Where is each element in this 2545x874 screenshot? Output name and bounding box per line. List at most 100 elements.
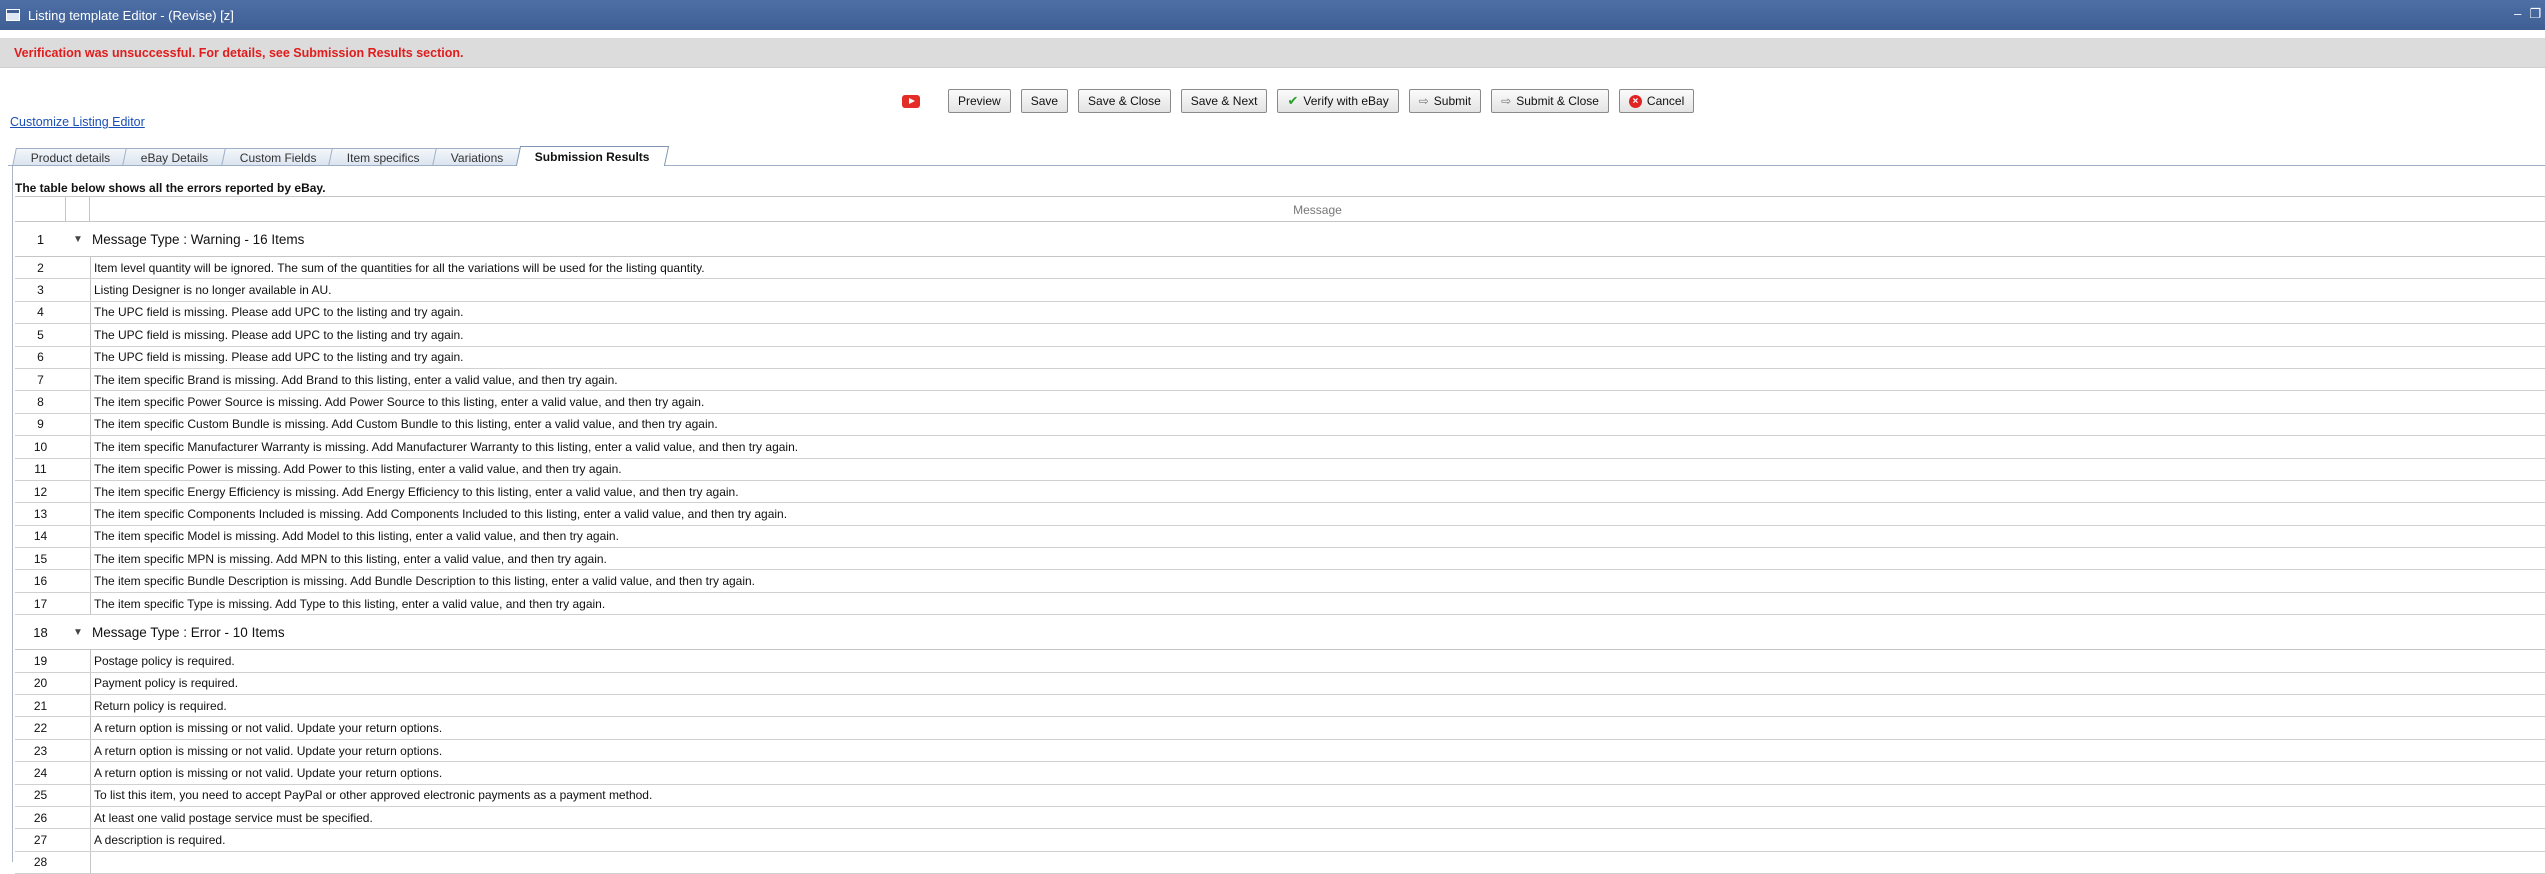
table-row[interactable]: 21 Return policy is required. [15,695,2545,718]
group-title: Message Type : Warning - 16 Items [92,231,305,247]
row-number: 12 [33,484,48,499]
table-row[interactable]: 20 Payment policy is required. [15,672,2545,696]
group-row-warning[interactable]: 1 ▼ Message Type : Warning - 16 Items [15,222,2545,257]
message-cell: The item specific Model is missing. Add … [90,525,2545,548]
table-row[interactable]: 24 A return option is missing or not vali… [15,762,2545,785]
minimize-icon[interactable]: – [2514,6,2521,22]
table-row[interactable]: 15 The item specific MPN is missing. Add … [15,548,2545,571]
table-row[interactable]: 26 At least one valid postage service mus… [15,806,2545,830]
table-row[interactable]: 6 The UPC field is missing. Please add UP… [15,346,2545,369]
row-number: 20 [33,676,48,691]
submit-arrow-icon: ⇨ [1418,94,1429,108]
collapse-triangle-icon[interactable]: ▼ [66,234,90,245]
save-close-button[interactable]: Save & Close [1078,89,1171,113]
message-cell: Payment policy is required. [90,672,2545,695]
table-row[interactable]: 4 The UPC field is missing. Please add UP… [15,301,2545,325]
checkmark-icon: ✔ [1287,93,1299,108]
restore-icon[interactable]: ❐ [2529,6,2541,22]
tab-custom-fields[interactable]: Custom Fields [220,148,336,166]
table-row[interactable]: 16 The item specific Bundle Description i… [15,570,2545,593]
table-row[interactable]: 10 The item specific Manufacturer Warrant… [15,436,2545,459]
row-number: 24 [33,765,48,780]
table-row[interactable]: 5 The UPC field is missing. Please add UP… [15,324,2545,347]
table-row[interactable]: 13 The item specific Components Included … [15,503,2545,526]
cancel-button[interactable]: × Cancel [1618,89,1695,113]
row-number: 1 [36,231,45,247]
message-column-header[interactable]: Message [90,197,2545,221]
results-intro: The table below shows all the errors rep… [15,181,326,195]
message-cell: The item specific Type is missing. Add T… [90,592,2545,615]
message-cell: A return option is missing or not valid.… [90,717,2545,739]
message-cell: The item specific Energy Efficiency is m… [90,480,2545,503]
table-row[interactable]: 27 A description is required. [15,829,2545,852]
verification-message: Verification was unsuccessful. For detai… [14,45,464,60]
row-number: 2 [37,260,44,275]
table-row[interactable]: 17 The item specific Type is missing. Add… [15,592,2545,616]
row-number: 18 [33,624,48,640]
message-cell: Return policy is required. [90,695,2545,717]
expander-header [66,197,90,221]
row-number: 21 [33,698,48,713]
table-row[interactable]: 11 The item specific Power is missing. Ad… [15,458,2545,481]
message-cell: The item specific Bundle Description is … [90,570,2545,592]
row-number: 14 [33,529,48,544]
message-cell: To list this item, you need to accept Pa… [90,784,2545,806]
submit-close-button[interactable]: ⇨ Submit & Close [1491,89,1609,113]
grid-header: Message [15,196,2545,222]
verification-banner: Verification was unsuccessful. For detai… [0,38,2545,68]
customize-listing-editor-link[interactable]: Customize Listing Editor [10,115,145,129]
message-cell: The item specific Components Included is… [90,503,2545,525]
row-number: 13 [33,506,48,521]
message-cell: The UPC field is missing. Please add UPC… [90,324,2545,346]
message-cell: A return option is missing or not valid.… [90,739,2545,762]
verify-ebay-button[interactable]: ✔ Verify with eBay [1277,89,1399,113]
row-number: 22 [33,721,48,736]
tab-submission-results[interactable]: Submission Results [515,146,669,166]
submit-button[interactable]: ⇨ Submit [1408,89,1482,113]
save-button[interactable]: Save [1020,89,1069,113]
row-number: 4 [37,305,44,320]
results-grid: Message 1 ▼ Message Type : Warning - 16 … [15,196,2545,874]
row-number: 19 [33,653,48,668]
table-row[interactable]: 28 [15,851,2545,874]
tab-variations[interactable]: Variations [432,148,523,166]
message-cell: The item specific MPN is missing. Add MP… [90,548,2545,570]
table-row[interactable]: 14 The item specific Model is missing. Ad… [15,525,2545,549]
title-bar: Listing template Editor - (Revise) [z] –… [0,0,2545,30]
message-cell: The item specific Custom Bundle is missi… [90,413,2545,436]
table-row[interactable]: 7 The item specific Brand is missing. Add… [15,368,2545,392]
table-row[interactable]: 9 The item specific Custom Bundle is miss… [15,413,2545,437]
row-number: 17 [33,596,48,611]
table-row[interactable]: 19 Postage policy is required. [15,650,2545,673]
tab-ebay-details[interactable]: eBay Details [122,148,228,166]
table-row[interactable]: 12 The item specific Energy Efficiency is… [15,480,2545,504]
group-row-error[interactable]: 18 ▼ Message Type : Error - 10 Items [15,615,2545,651]
row-number: 11 [34,462,47,477]
tab-product-details[interactable]: Product details [12,148,130,166]
table-row[interactable]: 25 To list this item, you need to accept … [15,784,2545,807]
message-cell [90,851,2545,874]
table-row[interactable]: 8 The item specific Power Source is missi… [15,391,2545,414]
row-number: 28 [33,855,48,870]
row-number: 8 [37,395,44,410]
message-cell: Item level quantity will be ignored. The… [90,257,2545,279]
group-title: Message Type : Error - 10 Items [92,624,285,640]
message-cell: Postage policy is required. [90,650,2545,672]
table-row[interactable]: 22 A return option is missing or not vali… [15,717,2545,740]
window-app-icon [6,9,20,21]
table-row[interactable]: 23 A return option is missing or not vali… [15,739,2545,763]
collapse-triangle-icon[interactable]: ▼ [66,627,90,638]
window-title: Listing template Editor - (Revise) [z] [28,7,234,23]
table-row[interactable]: 2 Item level quantity will be ignored. Th… [15,257,2545,280]
message-cell: The item specific Power is missing. Add … [90,458,2545,480]
message-cell: The UPC field is missing. Please add UPC… [90,346,2545,368]
preview-button[interactable]: Preview [948,89,1011,113]
row-number: 27 [33,833,48,848]
tab-item-specifics[interactable]: Item specifics [328,148,440,166]
row-number: 6 [37,350,44,365]
row-number-header [15,197,66,221]
submit-close-arrow-icon: ⇨ [1501,94,1512,108]
save-next-button[interactable]: Save & Next [1180,89,1268,113]
youtube-icon[interactable] [902,94,920,108]
table-row[interactable]: 3 Listing Designer is no longer available… [15,279,2545,302]
